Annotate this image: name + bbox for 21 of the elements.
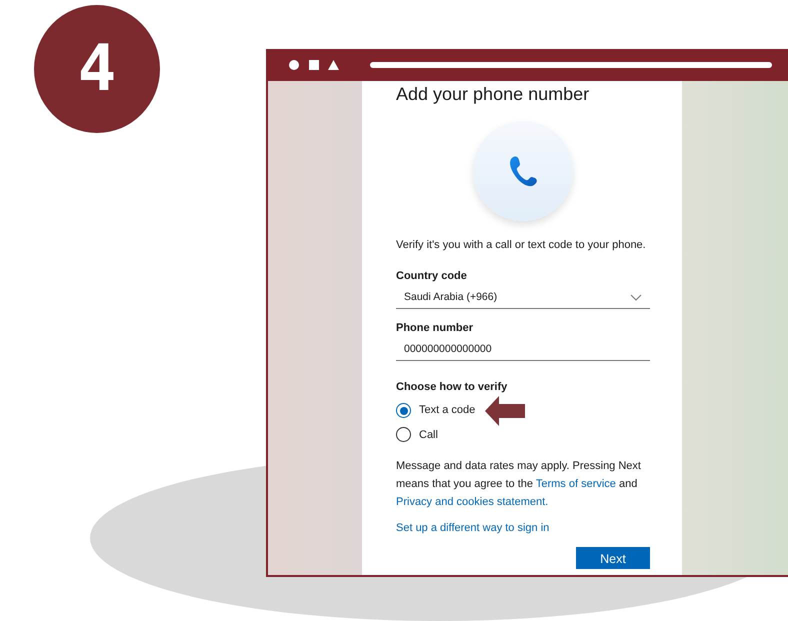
- triangle-icon: [328, 60, 339, 70]
- radio-button[interactable]: [396, 403, 411, 418]
- terms-text: Message and data rates may apply. Pressing Next means that you agree to the Terms of service and Privacy and cookies statement.: [396, 459, 642, 510]
- annotation-arrow: [485, 396, 526, 426]
- page-title: Add your phone number: [396, 83, 590, 105]
- terms-link[interactable]: Privacy and cookies statement.: [396, 496, 548, 508]
- country-code-label: Country code: [396, 268, 468, 284]
- terms-link[interactable]: Terms of service: [536, 478, 616, 490]
- radio-button[interactable]: [396, 427, 411, 442]
- circle-icon: [288, 59, 300, 71]
- phone-number-label: Phone number: [396, 320, 474, 336]
- verify-method-label: Choose how to verify: [396, 380, 508, 395]
- instruction-text: Verify it's you with a call or text code to your phone.: [396, 238, 647, 253]
- phone-icon: [508, 155, 538, 187]
- chevron-down-icon: [630, 294, 642, 302]
- radio-label[interactable]: Text a code: [419, 402, 476, 419]
- square-icon: [309, 60, 319, 70]
- step-number: 4: [34, 5, 160, 133]
- radio-label[interactable]: Call: [419, 426, 438, 443]
- next-button[interactable]: Next: [576, 547, 650, 569]
- alternative-sign-in-link[interactable]: Set up a different way to sign in: [396, 520, 550, 536]
